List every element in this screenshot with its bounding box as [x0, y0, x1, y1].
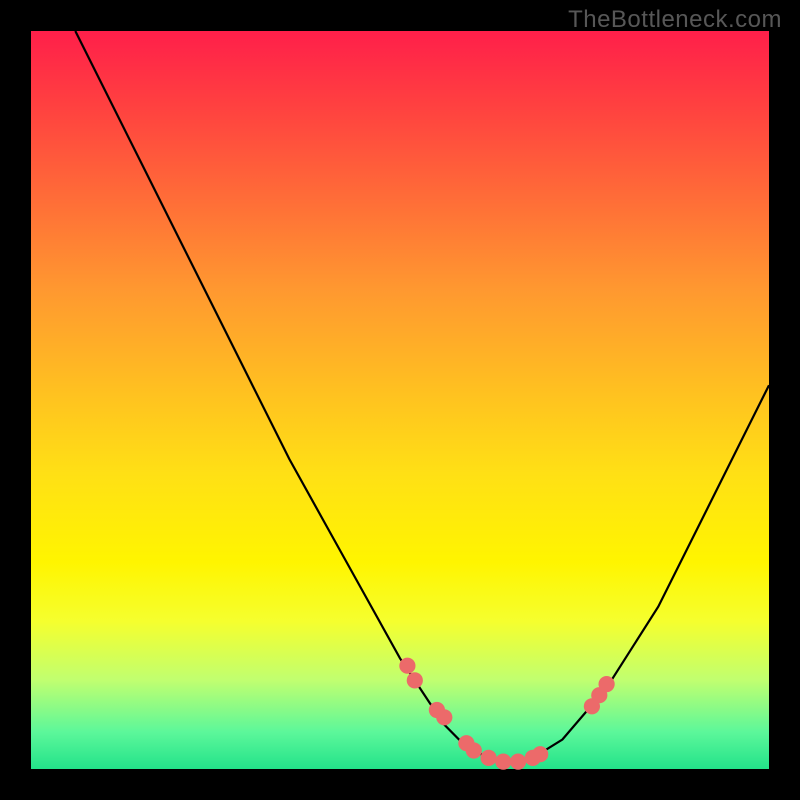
highlight-marker	[510, 754, 526, 770]
highlight-marker	[599, 676, 615, 692]
highlight-marker	[407, 672, 423, 688]
attribution-text: TheBottleneck.com	[568, 6, 782, 34]
highlight-marker	[481, 750, 497, 766]
highlight-marker	[466, 742, 482, 758]
highlight-marker	[495, 754, 511, 770]
bottleneck-curve-line	[75, 31, 769, 762]
highlight-marker	[399, 658, 415, 674]
highlight-marker	[532, 746, 548, 762]
chart-svg	[31, 31, 769, 769]
highlight-markers-group	[399, 658, 614, 770]
highlight-marker	[436, 709, 452, 725]
